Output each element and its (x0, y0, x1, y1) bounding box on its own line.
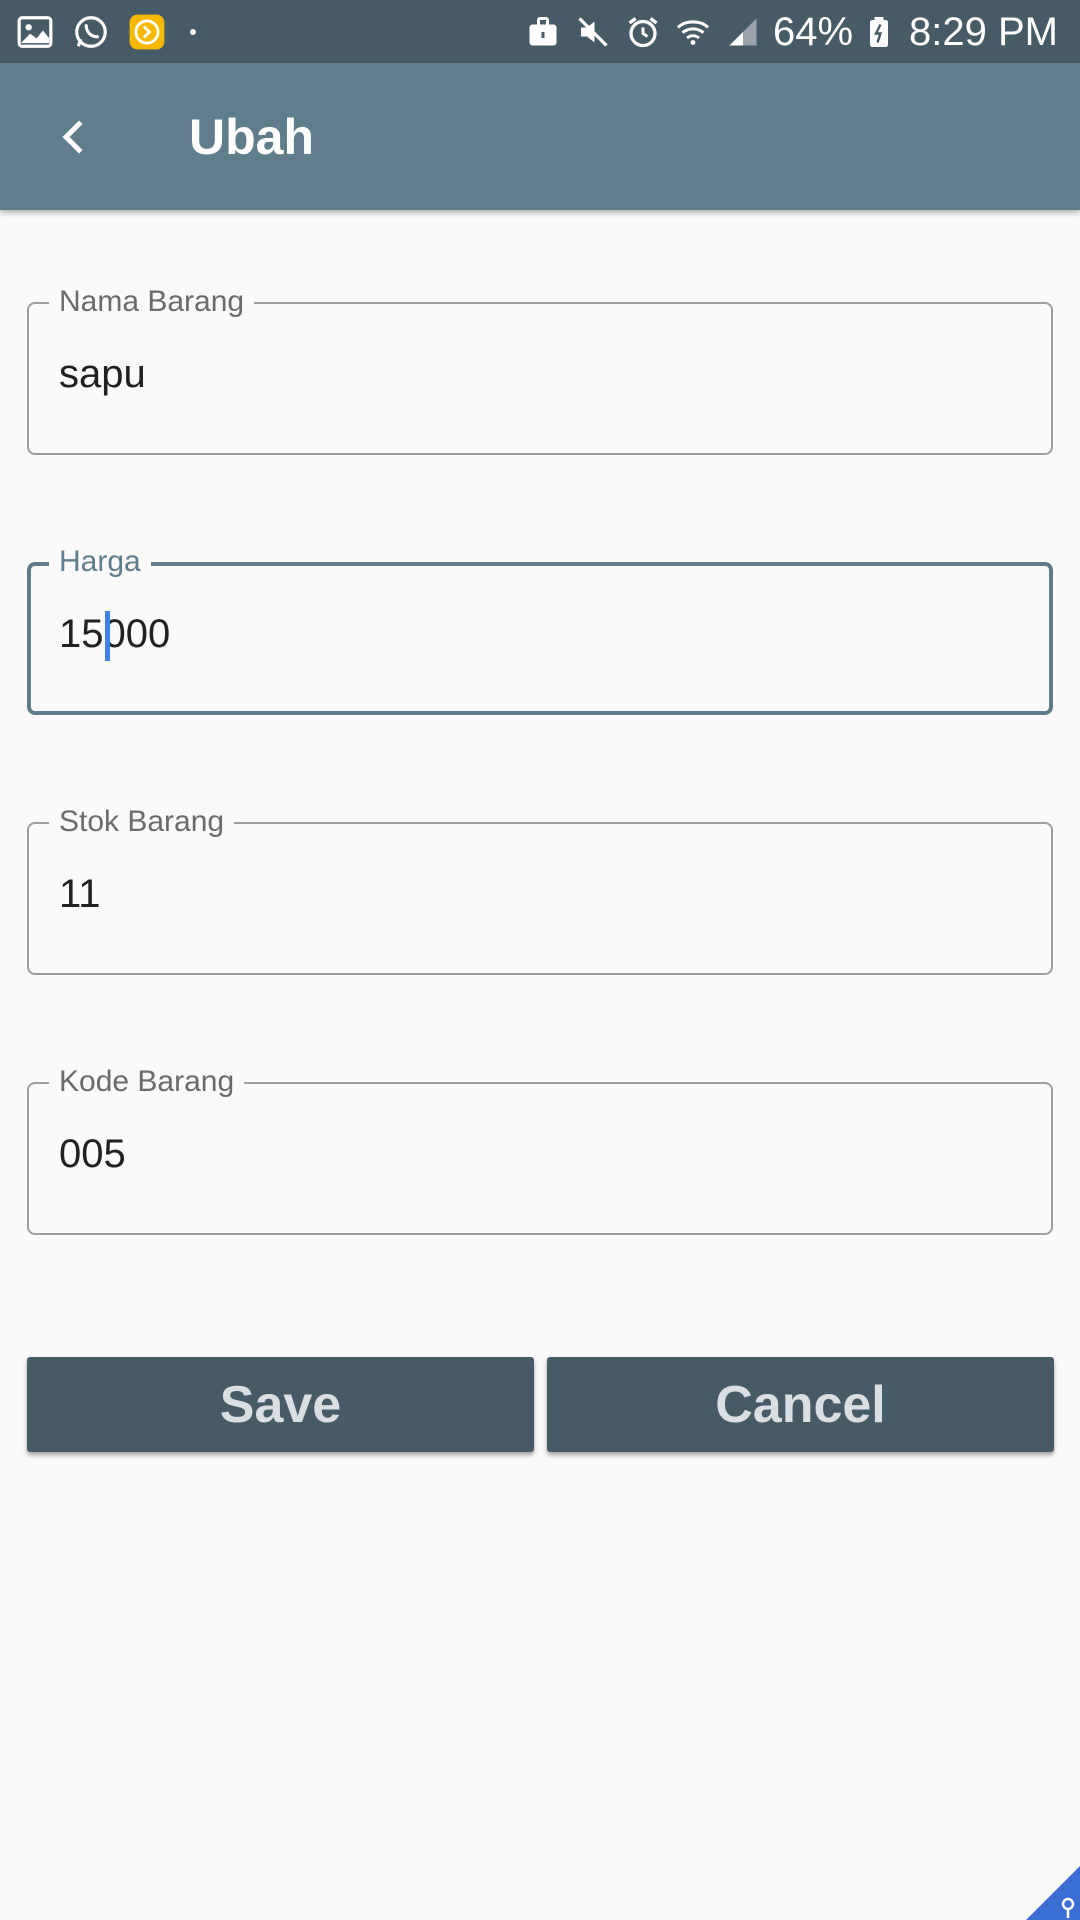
stok-barang-label: Stok Barang (49, 804, 235, 840)
kode-barang-field[interactable]: Kode Barang 005 (27, 1064, 1053, 1235)
stok-barang-field[interactable]: Stok Barang 11 (27, 804, 1053, 975)
text-cursor (105, 611, 110, 661)
save-button[interactable]: Save (27, 1357, 534, 1452)
harga-value[interactable]: 15000 (59, 610, 170, 658)
status-bar-right: 64% 8:29 PM (511, 8, 1058, 56)
signal-icon (729, 18, 757, 46)
chevron-left-icon (62, 120, 83, 154)
wifi-icon (676, 20, 710, 45)
battery-icon (870, 17, 889, 47)
app-arrow-icon (129, 14, 165, 50)
battery-percentage: 64% (772, 9, 854, 54)
kode-barang-label: Kode Barang (49, 1064, 245, 1100)
nama-barang-value[interactable]: sapu (59, 350, 146, 398)
status-bar: 64% 8:29 PM (0, 0, 1080, 63)
stok-barang-value[interactable]: 11 (59, 870, 101, 918)
back-button[interactable] (44, 108, 102, 166)
page-title: Ubah (189, 109, 314, 165)
corner-key-icon (1026, 1866, 1080, 1920)
image-icon (17, 16, 53, 48)
harga-field[interactable]: Harga 15000 (27, 544, 1053, 715)
nama-barang-label: Nama Barang (49, 284, 255, 320)
whatsapp-icon (75, 16, 107, 48)
kode-barang-value[interactable]: 005 (59, 1130, 126, 1178)
cancel-button[interactable]: Cancel (547, 1357, 1054, 1452)
nama-barang-field[interactable]: Nama Barang sapu (27, 284, 1053, 455)
notification-dot-icon (190, 29, 196, 35)
status-time: 8:29 PM (909, 9, 1058, 54)
work-profile-icon (529, 17, 557, 46)
app-bar: Ubah (0, 63, 1080, 210)
status-bar-left (16, 10, 196, 54)
alarm-icon (628, 17, 658, 48)
harga-label: Harga (49, 544, 151, 580)
mute-icon (578, 17, 608, 47)
